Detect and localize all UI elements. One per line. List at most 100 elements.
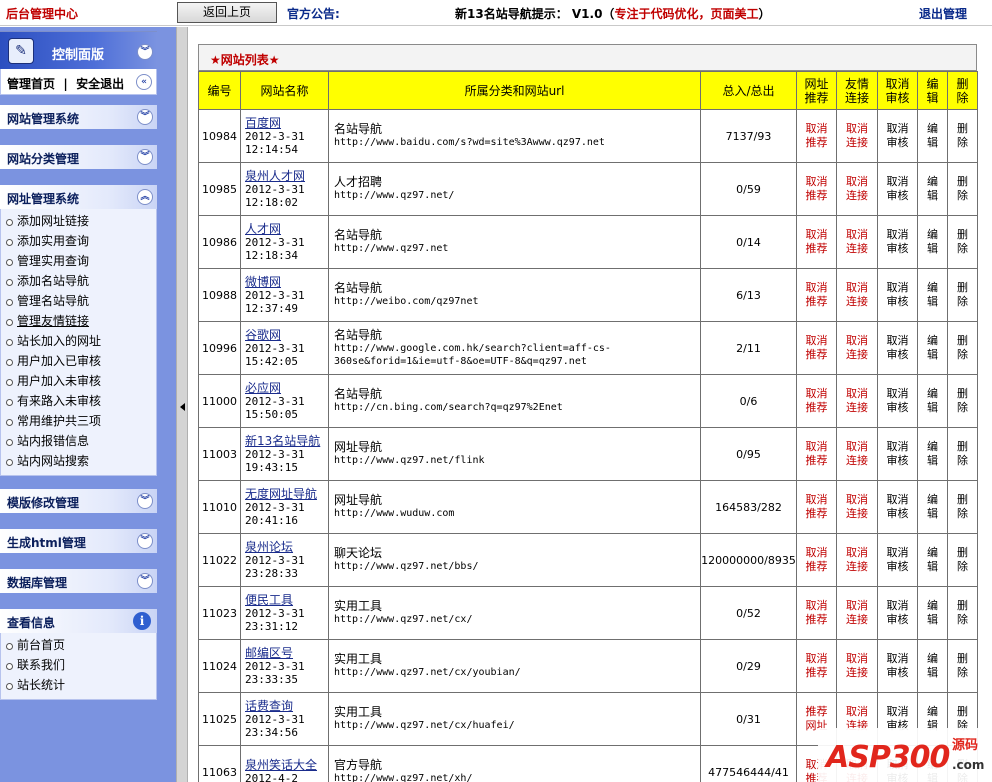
friend-link-action[interactable]: 取消连接 [836,321,878,375]
audit-action[interactable]: 取消审核 [877,586,918,640]
audit-action[interactable]: 取消审核 [877,268,918,322]
sidebar-item-stats[interactable]: 站长统计 [1,675,156,695]
friend-link-action[interactable]: 取消连接 [836,533,878,587]
site-name-link[interactable]: 新13名站导航 [245,434,328,448]
audit-action[interactable]: 取消审核 [877,374,918,428]
chevron-down-icon[interactable]: ︾ [137,149,153,165]
panel-header[interactable]: 数据库管理 ︾ [0,569,157,593]
sidebar-item-user-pending[interactable]: 用户加入未审核 [1,371,156,391]
control-panel-header[interactable]: ✎ 控制面版 ︾ [0,31,157,69]
friend-link-action[interactable]: 取消连接 [836,268,878,322]
edit-action[interactable]: 编辑 [917,162,948,216]
audit-action[interactable]: 取消审核 [877,321,918,375]
chevron-down-icon[interactable]: ︾ [137,493,153,509]
admin-home-link[interactable]: 管理首页 [7,77,55,91]
delete-action[interactable]: 删除 [947,533,978,587]
recommend-action[interactable]: 取消 推荐 [796,109,837,163]
sidebar-item-contact[interactable]: 联系我们 [1,655,156,675]
audit-action[interactable]: 取消审核 [877,427,918,481]
edit-action[interactable]: 编辑 [917,321,948,375]
sidebar-item-maintenance[interactable]: 常用维护共三项 [1,411,156,431]
panel-header[interactable]: 网站分类管理 ︾ [0,145,157,169]
audit-action[interactable]: 取消审核 [877,162,918,216]
sidebar-item-user-approved[interactable]: 用户加入已审核 [1,351,156,371]
sidebar-item-manage-query[interactable]: 管理实用查询 [1,251,156,271]
logout-link[interactable]: 退出管理 [919,5,967,22]
panel-header[interactable]: 网址管理系统 ︽ [0,185,157,209]
delete-action[interactable]: 删除 [947,480,978,534]
edit-action[interactable]: 编辑 [917,480,948,534]
chevron-down-icon[interactable]: ︾ [137,573,153,589]
recommend-action[interactable]: 取消 推荐 [796,321,837,375]
sidebar-item-add-query[interactable]: 添加实用查询 [1,231,156,251]
chevron-down-icon[interactable]: ︾ [137,109,153,125]
edit-action[interactable]: 编辑 [917,639,948,693]
sidebar-item-manage-famous[interactable]: 管理名站导航 [1,291,156,311]
site-name-link[interactable]: 人才网 [245,222,328,236]
friend-link-action[interactable]: 取消连接 [836,586,878,640]
recommend-action[interactable]: 取消 推荐 [796,533,837,587]
back-button[interactable]: 返回上页 [177,2,277,23]
panel-header[interactable]: 网站管理系统 ︾ [0,105,157,129]
edit-action[interactable]: 编辑 [917,427,948,481]
site-name-link[interactable]: 便民工具 [245,593,328,607]
edit-action[interactable]: 编辑 [917,215,948,269]
sidebar-item-referrer-pending[interactable]: 有来路入未审核 [1,391,156,411]
delete-action[interactable]: 删除 [947,109,978,163]
edit-action[interactable]: 编辑 [917,109,948,163]
delete-action[interactable]: 删除 [947,586,978,640]
friend-link-action[interactable]: 取消连接 [836,162,878,216]
delete-action[interactable]: 删除 [947,639,978,693]
friend-link-action[interactable]: 取消连接 [836,639,878,693]
friend-link-action[interactable]: 取消连接 [836,215,878,269]
edit-action[interactable]: 编辑 [917,586,948,640]
audit-action[interactable]: 取消审核 [877,533,918,587]
site-name-link[interactable]: 泉州人才网 [245,169,328,183]
site-name-link[interactable]: 泉州论坛 [245,540,328,554]
recommend-action[interactable]: 取消 推荐 [796,268,837,322]
delete-action[interactable]: 删除 [947,374,978,428]
chevron-down-icon[interactable]: ︾ [137,44,153,60]
recommend-action[interactable]: 取消 推荐 [796,215,837,269]
delete-action[interactable]: 删除 [947,162,978,216]
chevron-up-icon[interactable]: ︽ [137,189,153,205]
delete-action[interactable]: 删除 [947,427,978,481]
edit-action[interactable]: 编辑 [917,374,948,428]
sidebar-item-frontpage[interactable]: 前台首页 [1,635,156,655]
edit-action[interactable]: 编辑 [917,268,948,322]
recommend-action[interactable]: 取消 推荐 [796,586,837,640]
panel-header[interactable]: 生成html管理 ︾ [0,529,157,553]
site-name-link[interactable]: 邮编区号 [245,646,328,660]
sidebar-item-add-famous[interactable]: 添加名站导航 [1,271,156,291]
audit-action[interactable]: 取消审核 [877,639,918,693]
delete-action[interactable]: 删除 [947,215,978,269]
sidebar-item-add-url[interactable]: 添加网址链接 [1,211,156,231]
friend-link-action[interactable]: 取消连接 [836,374,878,428]
audit-action[interactable]: 取消审核 [877,215,918,269]
site-name-link[interactable]: 百度网 [245,116,328,130]
audit-action[interactable]: 取消审核 [877,109,918,163]
safe-exit-link[interactable]: 安全退出 [76,77,124,91]
chevron-down-icon[interactable]: ︾ [137,533,153,549]
friend-link-action[interactable]: 取消连接 [836,480,878,534]
friend-link-action[interactable]: 取消连接 [836,427,878,481]
site-name-link[interactable]: 必应网 [245,381,328,395]
sidebar-item-error-reports[interactable]: 站内报错信息 [1,431,156,451]
site-name-link[interactable]: 泉州笑话大全 [245,759,328,772]
recommend-action[interactable]: 取消 推荐 [796,374,837,428]
friend-link-action[interactable]: 取消连接 [836,109,878,163]
site-name-link[interactable]: 话费查询 [245,699,328,713]
delete-action[interactable]: 删除 [947,268,978,322]
recommend-action[interactable]: 取消 推荐 [796,639,837,693]
panel-header[interactable]: 模版修改管理 ︾ [0,489,157,513]
recommend-action[interactable]: 取消 推荐 [796,427,837,481]
audit-action[interactable]: 取消审核 [877,480,918,534]
sidebar-splitter[interactable] [176,27,188,782]
site-name-link[interactable]: 无度网址导航 [245,487,328,501]
site-name-link[interactable]: 谷歌网 [245,328,328,342]
sidebar-item-owner-urls[interactable]: 站长加入的网址 [1,331,156,351]
chevron-left-icon[interactable]: « [136,74,152,90]
edit-action[interactable]: 编辑 [917,533,948,587]
site-name-link[interactable]: 微博网 [245,275,328,289]
delete-action[interactable]: 删除 [947,321,978,375]
